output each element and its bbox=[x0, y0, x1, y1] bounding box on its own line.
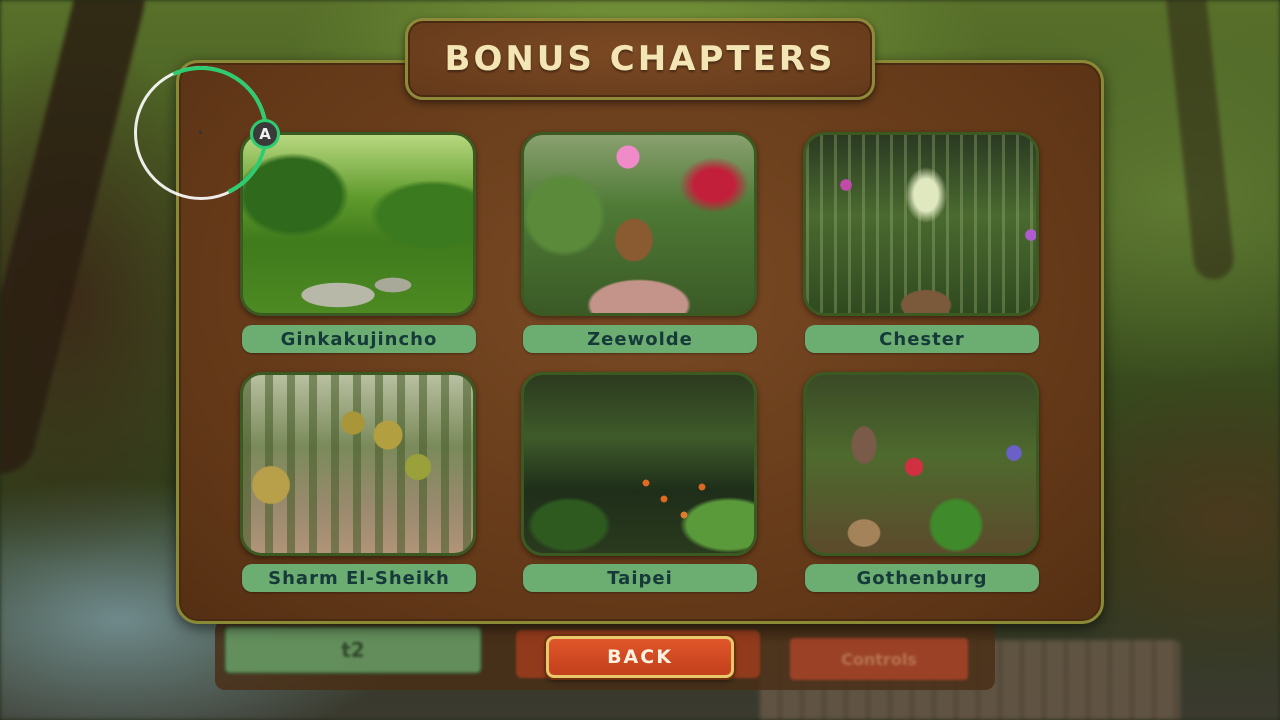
back-button[interactable]: BACK bbox=[546, 636, 734, 678]
chapter-label: Gothenburg bbox=[805, 564, 1039, 592]
a-button-icon: A bbox=[250, 119, 280, 149]
chapter-thumbnail[interactable] bbox=[803, 132, 1039, 316]
chapter-label: Zeewolde bbox=[523, 325, 757, 353]
chapter-thumbnail[interactable] bbox=[521, 132, 757, 316]
chapter-thumbnail[interactable] bbox=[521, 372, 757, 556]
chapter-label: Ginkakujincho bbox=[242, 325, 476, 353]
chapter-label: Taipei bbox=[523, 564, 757, 592]
background-menu-controls-button: Controls bbox=[790, 638, 968, 680]
tree-trunk bbox=[1164, 0, 1236, 282]
cursor-center-dot bbox=[199, 131, 202, 134]
chapter-thumbnail[interactable] bbox=[240, 132, 476, 316]
chapter-label: Sharm El-Sheikh bbox=[242, 564, 476, 592]
title-plaque: BONUS CHAPTERS bbox=[405, 18, 875, 100]
tree-trunk bbox=[0, 0, 152, 481]
chapter-label: Chester bbox=[805, 325, 1039, 353]
page-title: BONUS CHAPTERS bbox=[444, 39, 836, 79]
background-menu-left-button: t2 bbox=[224, 626, 482, 674]
chapter-thumbnail[interactable] bbox=[803, 372, 1039, 556]
chapter-thumbnail[interactable] bbox=[240, 372, 476, 556]
